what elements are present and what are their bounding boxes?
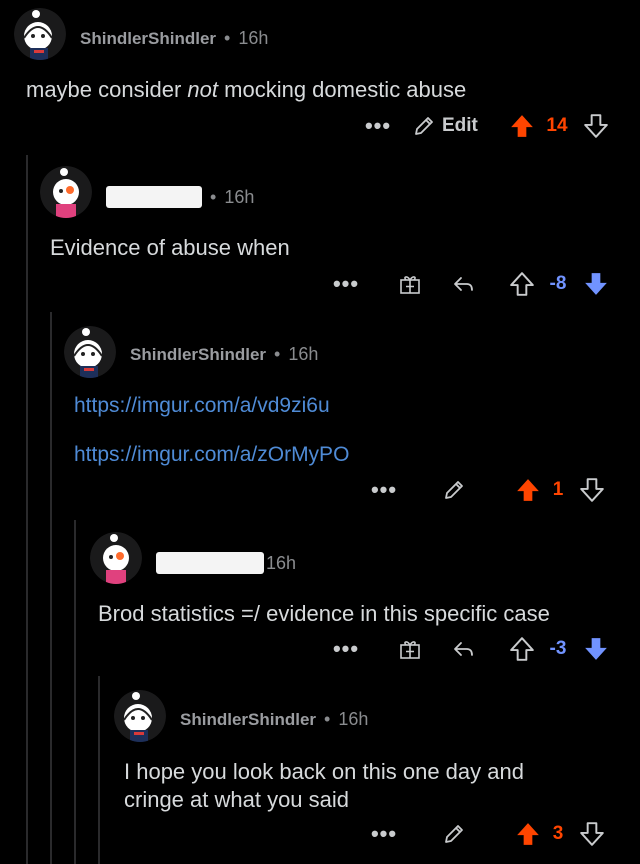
upvote-icon <box>511 115 533 137</box>
award-button[interactable] <box>396 267 424 301</box>
gift-award-icon <box>400 641 420 659</box>
pencil-icon <box>415 117 433 135</box>
timestamp: 16h <box>338 709 369 729</box>
redacted-username <box>156 552 264 574</box>
more-options-icon: ••• <box>364 113 392 138</box>
downvote-icon <box>585 638 607 660</box>
comment-actions: ••• 1 <box>0 473 640 507</box>
avatar-snoo-icon <box>64 326 116 378</box>
upvote-button[interactable] <box>514 473 542 507</box>
pencil-icon <box>445 481 463 499</box>
gift-award-icon <box>400 276 420 294</box>
comment-actions: ••• Edit 14 <box>0 109 640 143</box>
vote-score: -8 <box>549 273 567 294</box>
vote-score: -3 <box>549 638 567 659</box>
more-options-button[interactable]: ••• <box>370 473 398 507</box>
reply-icon <box>454 277 473 291</box>
more-options-button[interactable]: ••• <box>364 109 392 143</box>
redacted-username <box>106 186 202 208</box>
upvote-button[interactable] <box>508 109 536 143</box>
edit-label: Edit <box>442 115 478 136</box>
downvote-button[interactable] <box>578 817 606 851</box>
meta-separator: • <box>274 344 281 364</box>
downvote-button[interactable] <box>578 473 606 507</box>
comment-body: maybe consider not mocking domestic abus… <box>26 76 466 104</box>
comment-body: Brod statistics =/ evidence in this spec… <box>98 601 550 626</box>
avatar[interactable] <box>14 8 66 60</box>
downvote-button[interactable] <box>582 632 610 666</box>
comment-body: Evidence of abuse when <box>50 235 290 260</box>
username[interactable]: ShindlerShindler <box>80 29 216 49</box>
downvote-button[interactable] <box>582 267 610 301</box>
comment-actions: ••• -8 <box>0 267 640 301</box>
link-1[interactable]: https://imgur.com/a/vd9zi6u <box>74 394 330 418</box>
body-text-emphasis: not <box>187 77 219 102</box>
thread-line-depth2 <box>50 312 52 864</box>
timestamp: 16h <box>224 186 255 207</box>
upvote-icon <box>510 637 534 661</box>
more-options-icon: ••• <box>370 477 398 502</box>
timestamp: 16h <box>288 344 319 364</box>
upvote-button[interactable] <box>514 817 542 851</box>
more-options-icon: ••• <box>370 821 398 846</box>
body-text-part: mocking domestic abuse <box>218 77 467 102</box>
username[interactable]: ShindlerShindler <box>130 345 266 365</box>
vote-score: 14 <box>546 115 568 136</box>
username[interactable]: ShindlerShindler <box>180 710 316 730</box>
avatar[interactable] <box>114 690 166 742</box>
comment-meta: • 16h <box>106 186 254 208</box>
avatar-snoo-icon <box>114 690 166 742</box>
downvote-button[interactable] <box>582 109 610 143</box>
body-text-part: maybe consider <box>26 77 188 102</box>
reply-button[interactable] <box>450 632 478 666</box>
thread-line-depth3 <box>74 520 76 864</box>
upvote-icon <box>510 272 534 296</box>
timestamp: 16h <box>238 28 269 48</box>
body-line-1: I hope you look back on this one day and <box>124 759 524 784</box>
avatar[interactable] <box>64 326 116 378</box>
upvote-button[interactable] <box>508 632 536 666</box>
comment-meta: ShindlerShindler • 16h <box>80 28 268 49</box>
timestamp: 16h <box>266 552 297 573</box>
more-options-button[interactable]: ••• <box>332 267 360 301</box>
avatar-snoo-icon <box>90 532 142 584</box>
award-button[interactable] <box>396 632 424 666</box>
meta-separator: • <box>224 28 231 48</box>
body-line-2: cringe at what you said <box>124 787 350 812</box>
downvote-icon <box>584 114 608 138</box>
vote-score: 3 <box>552 823 564 844</box>
reply-icon <box>454 642 473 656</box>
downvote-icon <box>580 478 604 502</box>
comment-actions: ••• -3 <box>0 632 640 666</box>
downvote-icon <box>585 273 607 295</box>
thread-line-depth1 <box>26 155 28 864</box>
avatar[interactable] <box>40 166 92 218</box>
more-options-icon: ••• <box>332 636 360 661</box>
comment-meta: ShindlerShindler • 16h <box>180 709 368 730</box>
comment-body: I hope you look back on this one day and… <box>124 758 524 814</box>
avatar-snoo-icon <box>14 8 66 60</box>
meta-separator: • <box>210 186 217 207</box>
comment-actions: ••• 3 <box>0 817 640 851</box>
more-options-icon: ••• <box>332 271 360 296</box>
downvote-icon <box>580 822 604 846</box>
upvote-icon <box>517 479 539 501</box>
comment-meta: ShindlerShindler • 16h <box>130 344 318 365</box>
edit-button[interactable]: Edit <box>412 109 478 143</box>
upvote-button[interactable] <box>508 267 536 301</box>
more-options-button[interactable]: ••• <box>332 632 360 666</box>
more-options-button[interactable]: ••• <box>370 817 398 851</box>
edit-button[interactable] <box>440 473 468 507</box>
meta-separator: • <box>324 709 331 729</box>
reply-button[interactable] <box>450 267 478 301</box>
link-2[interactable]: https://imgur.com/a/zOrMyPO <box>74 443 349 467</box>
vote-score: 1 <box>552 479 564 500</box>
comment-meta: 16h <box>156 552 296 574</box>
pencil-icon <box>445 825 463 843</box>
avatar[interactable] <box>90 532 142 584</box>
upvote-icon <box>517 823 539 845</box>
avatar-snoo-icon <box>40 166 92 218</box>
edit-button[interactable] <box>440 817 468 851</box>
